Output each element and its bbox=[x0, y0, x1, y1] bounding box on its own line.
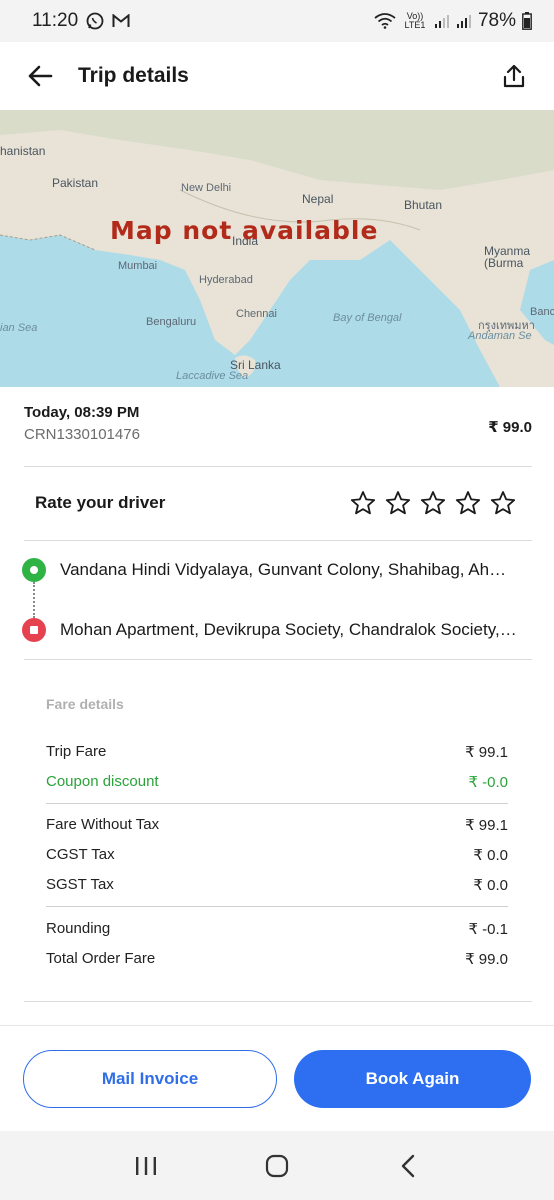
fare-value: ₹ 99.0 bbox=[465, 951, 508, 968]
share-button[interactable] bbox=[496, 58, 532, 94]
map-label-pakistan: Pakistan bbox=[52, 176, 99, 190]
star-3[interactable] bbox=[420, 490, 446, 516]
fare-label: Coupon discount bbox=[46, 773, 159, 790]
map-label-nepal: Nepal bbox=[302, 192, 334, 206]
map-label-burma: (Burma bbox=[484, 256, 524, 270]
fare-value: ₹ 99.1 bbox=[465, 817, 508, 834]
fare-value: ₹ 0.0 bbox=[473, 877, 508, 894]
fare-value: ₹ -0.0 bbox=[468, 774, 508, 791]
star-icon bbox=[385, 491, 411, 515]
gmail-icon bbox=[112, 14, 130, 28]
back-button[interactable] bbox=[22, 58, 58, 94]
trip-time: Today, 08:39 PM bbox=[24, 404, 140, 421]
fare-separator bbox=[46, 803, 508, 804]
star-2[interactable] bbox=[385, 490, 411, 516]
map-label-bengaluru: Bengaluru bbox=[146, 316, 197, 328]
status-time: 11:20 bbox=[32, 10, 79, 31]
back-nav-button[interactable] bbox=[388, 1146, 428, 1186]
map-label-new-delhi: New Delhi bbox=[181, 182, 232, 194]
star-rating bbox=[350, 490, 516, 516]
arrow-left-icon bbox=[28, 65, 53, 87]
map-label-hyderabad: Hyderabad bbox=[199, 274, 253, 286]
fare-heading: Fare details bbox=[46, 696, 124, 712]
rate-driver-label: Rate your driver bbox=[35, 493, 166, 512]
pickup-location: Vandana Hindi Vidyalaya, Gunvant Colony,… bbox=[22, 552, 532, 588]
map-label-bay-of-bengal: Bay of Bengal bbox=[333, 312, 402, 324]
whatsapp-icon bbox=[86, 12, 104, 30]
star-icon bbox=[490, 491, 516, 515]
fare-label: CGST Tax bbox=[46, 846, 115, 863]
recent-apps-icon bbox=[135, 1156, 156, 1175]
home-button[interactable] bbox=[257, 1146, 297, 1186]
signal-icon bbox=[434, 13, 450, 29]
fare-row-trip-fare: Trip Fare ₹ 99.1 bbox=[46, 743, 508, 761]
recent-apps-button[interactable] bbox=[126, 1146, 166, 1186]
map-label-arabian-sea: ian Sea bbox=[0, 322, 38, 334]
divider bbox=[24, 659, 532, 660]
status-bar: 11:20 Vo)) LTE1 78% bbox=[0, 0, 554, 42]
fare-label: Total Order Fare bbox=[46, 950, 156, 967]
star-4[interactable] bbox=[455, 490, 481, 516]
action-bar: Mail Invoice Book Again bbox=[0, 1025, 554, 1131]
battery-icon bbox=[522, 12, 532, 30]
fare-label: Fare Without Tax bbox=[46, 816, 160, 833]
map-label-andaman: Andaman Se bbox=[468, 330, 532, 342]
rate-driver-row: Rate your driver bbox=[24, 480, 532, 526]
fare-label: Rounding bbox=[46, 920, 111, 937]
fare-row-total: Total Order Fare ₹ 99.0 bbox=[46, 950, 508, 968]
fare-label: Trip Fare bbox=[46, 743, 107, 760]
page-title: Trip details bbox=[78, 64, 189, 87]
share-icon bbox=[503, 64, 525, 88]
map[interactable]: hanistan Pakistan New Delhi Nepal Bhutan… bbox=[0, 110, 554, 387]
home-icon bbox=[265, 1154, 289, 1177]
map-label-chennai: Chennai bbox=[236, 308, 277, 320]
drop-location: Mohan Apartment, Devikrupa Society, Chan… bbox=[22, 612, 532, 648]
star-icon bbox=[350, 491, 376, 515]
map-label-laccadive: Laccadive Sea bbox=[176, 370, 249, 382]
fare-separator bbox=[46, 906, 508, 907]
divider bbox=[24, 1001, 532, 1002]
book-again-button[interactable]: Book Again bbox=[294, 1050, 531, 1108]
fare-value: ₹ -0.1 bbox=[468, 921, 508, 938]
map-label-afghanistan: hanistan bbox=[0, 144, 46, 158]
map-label-bhutan: Bhutan bbox=[404, 198, 443, 212]
map-unavailable-text: Map not available bbox=[110, 216, 379, 245]
fare-value: ₹ 99.1 bbox=[465, 744, 508, 761]
route: Vandana Hindi Vidyalaya, Gunvant Colony,… bbox=[22, 552, 532, 648]
divider bbox=[24, 540, 532, 541]
fare-row-cgst: CGST Tax ₹ 0.0 bbox=[46, 846, 508, 864]
star-1[interactable] bbox=[350, 490, 376, 516]
signal-icon-2 bbox=[456, 13, 472, 29]
star-icon bbox=[455, 491, 481, 515]
fare-value: ₹ 0.0 bbox=[473, 847, 508, 864]
pickup-dot-icon bbox=[22, 558, 46, 582]
divider bbox=[24, 466, 532, 467]
pickup-address: Vandana Hindi Vidyalaya, Gunvant Colony,… bbox=[60, 560, 520, 579]
system-nav-bar bbox=[0, 1131, 554, 1200]
star-icon bbox=[420, 491, 446, 515]
fare-row-without-tax: Fare Without Tax ₹ 99.1 bbox=[46, 816, 508, 834]
map-label-mumbai: Mumbai bbox=[118, 260, 158, 272]
network-label: Vo)) LTE1 bbox=[404, 11, 426, 30]
trip-price: ₹ 99.0 bbox=[488, 419, 532, 436]
fare-label: SGST Tax bbox=[46, 876, 114, 893]
drop-dot-icon bbox=[22, 618, 46, 642]
trip-crn: CRN1330101476 bbox=[24, 426, 140, 443]
fare-row-sgst: SGST Tax ₹ 0.0 bbox=[46, 876, 508, 894]
battery-percent: 78% bbox=[477, 10, 516, 31]
star-5[interactable] bbox=[490, 490, 516, 516]
trip-summary: Today, 08:39 PM CRN1330101476 ₹ 99.0 bbox=[24, 404, 532, 466]
chevron-left-icon bbox=[402, 1154, 415, 1177]
drop-address: Mohan Apartment, Devikrupa Society, Chan… bbox=[60, 620, 520, 639]
mail-invoice-button[interactable]: Mail Invoice bbox=[23, 1050, 277, 1108]
app-header: Trip details bbox=[0, 42, 554, 110]
fare-row-rounding: Rounding ₹ -0.1 bbox=[46, 920, 508, 938]
wifi-icon bbox=[374, 13, 396, 29]
map-land-shape bbox=[0, 110, 554, 387]
fare-row-coupon: Coupon discount ₹ -0.0 bbox=[46, 773, 508, 791]
